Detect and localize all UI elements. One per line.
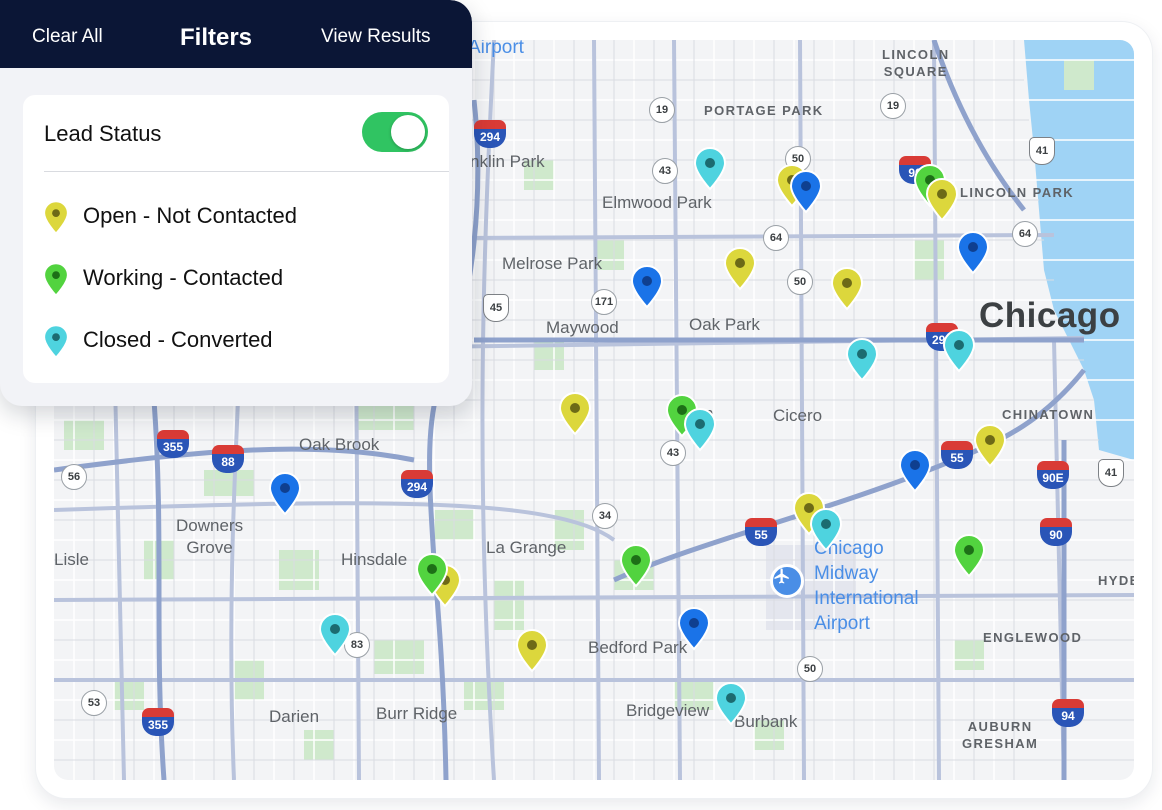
place-label: Elmwood Park [602,193,712,212]
place-label: Burr Ridge [376,704,458,723]
interstate-shield: 55 [941,441,973,469]
place-label: ENGLEWOOD [983,630,1083,645]
map-pin-open[interactable] [557,390,593,436]
map-pin-icon [42,323,70,364]
route-shield: 19 [880,93,906,119]
interstate-shield: 55 [745,518,777,546]
interstate-shield: 294 [401,470,433,498]
place-label: Melrose Park [502,254,603,273]
map-pin-working[interactable] [414,551,450,597]
route-shield: 50 [787,269,813,295]
us-route-shield: 41 [1029,137,1055,165]
route-shield: 50 [797,656,823,682]
map-pin-open[interactable] [829,265,865,311]
place-label: Maywood [546,318,619,337]
interstate-shield: 94 [1052,699,1084,727]
place-label: HYDE [1098,573,1134,588]
place-label: Lisle [54,550,89,569]
map-pin-open[interactable] [924,176,960,222]
place-label: LINCOLN SQUARE [882,47,950,79]
map-pin-closed[interactable] [713,680,749,726]
map-pin-open[interactable] [722,245,758,291]
route-shield: 56 [61,464,87,490]
route-shield: 64 [1012,221,1038,247]
place-label: CHINATOWN [1002,407,1095,422]
place-label: Oak Brook [299,435,380,454]
map-pin-other[interactable] [267,470,303,516]
lake-michigan [1024,40,1134,460]
city-label-chicago: Chicago [979,296,1121,335]
place-label: AUBURN GRESHAM [962,719,1039,751]
map-pin-other[interactable] [788,168,824,214]
map-pin-other[interactable] [955,229,991,275]
place-label: La Grange [486,538,567,557]
legend-item-working[interactable]: Working - Contacted [42,259,432,299]
map-pin-working[interactable] [618,542,654,588]
interstate-shield: 88 [212,445,244,473]
map-pin-closed[interactable] [682,406,718,452]
place-label: Hinsdale [341,550,408,569]
map-pin-icon [42,199,70,240]
map-pin-closed[interactable] [941,327,977,373]
interstate-shield: 355 [157,430,189,458]
interstate-shield: 294 [474,120,506,148]
us-route-shield: 41 [1098,459,1124,487]
interstate-shield: 90E [1037,461,1069,489]
view-results-button[interactable]: View Results [321,0,430,68]
lead-status-label: Lead Status [44,121,162,146]
lead-status-card: Lead Status Open - Not Contacted Working… [23,95,449,383]
interstate-shield: 90 [1040,518,1072,546]
place-label: Cicero [773,406,823,425]
map-pin-closed[interactable] [317,611,353,657]
route-shield: 64 [763,225,789,251]
interstate-shield: 355 [142,708,174,736]
map-pin-other[interactable] [676,605,712,651]
route-shield: 171 [591,289,617,315]
place-label: Darien [269,707,320,726]
place-label: Oak Park [689,315,760,334]
divider [44,171,449,172]
legend-label: Working - Contacted [83,265,284,290]
legend-item-open[interactable]: Open - Not Contacted [42,197,432,237]
map-pin-closed[interactable] [808,506,844,552]
route-shield: 34 [592,503,618,529]
map-pin-icon [42,261,70,302]
place-label: Bedford Park [588,638,688,657]
map-pin-closed[interactable] [692,145,728,191]
legend-item-closed[interactable]: Closed - Converted [42,321,432,361]
map-pin-closed[interactable] [844,336,880,382]
legend-label: Closed - Converted [83,327,273,352]
map-pin-other[interactable] [629,263,665,309]
filter-header: Clear All Filters View Results [0,0,472,68]
map-pin-other[interactable] [897,447,933,493]
place-label: LINCOLN PARK [960,185,1075,200]
park-area [64,420,104,450]
map-pin-working[interactable] [951,532,987,578]
place-label: Airport [468,40,524,58]
legend-label: Open - Not Contacted [83,203,298,228]
lead-status-toggle[interactable] [362,112,428,152]
toggle-knob [391,115,425,149]
map-pin-open[interactable] [972,422,1008,468]
us-route-shield: 45 [483,294,509,322]
route-shield: 43 [652,158,678,184]
place-label: nklin Park [470,152,545,171]
filter-panel: Clear All Filters View Results Lead Stat… [0,0,472,406]
airplane-icon[interactable] [770,564,804,598]
route-shield: 19 [649,97,675,123]
place-label: PORTAGE PARK [704,103,824,118]
route-shield: 53 [81,690,107,716]
place-label: Downers Grove [176,516,244,557]
map-pin-open[interactable] [514,627,550,673]
place-label: Bridgeview [626,701,710,720]
